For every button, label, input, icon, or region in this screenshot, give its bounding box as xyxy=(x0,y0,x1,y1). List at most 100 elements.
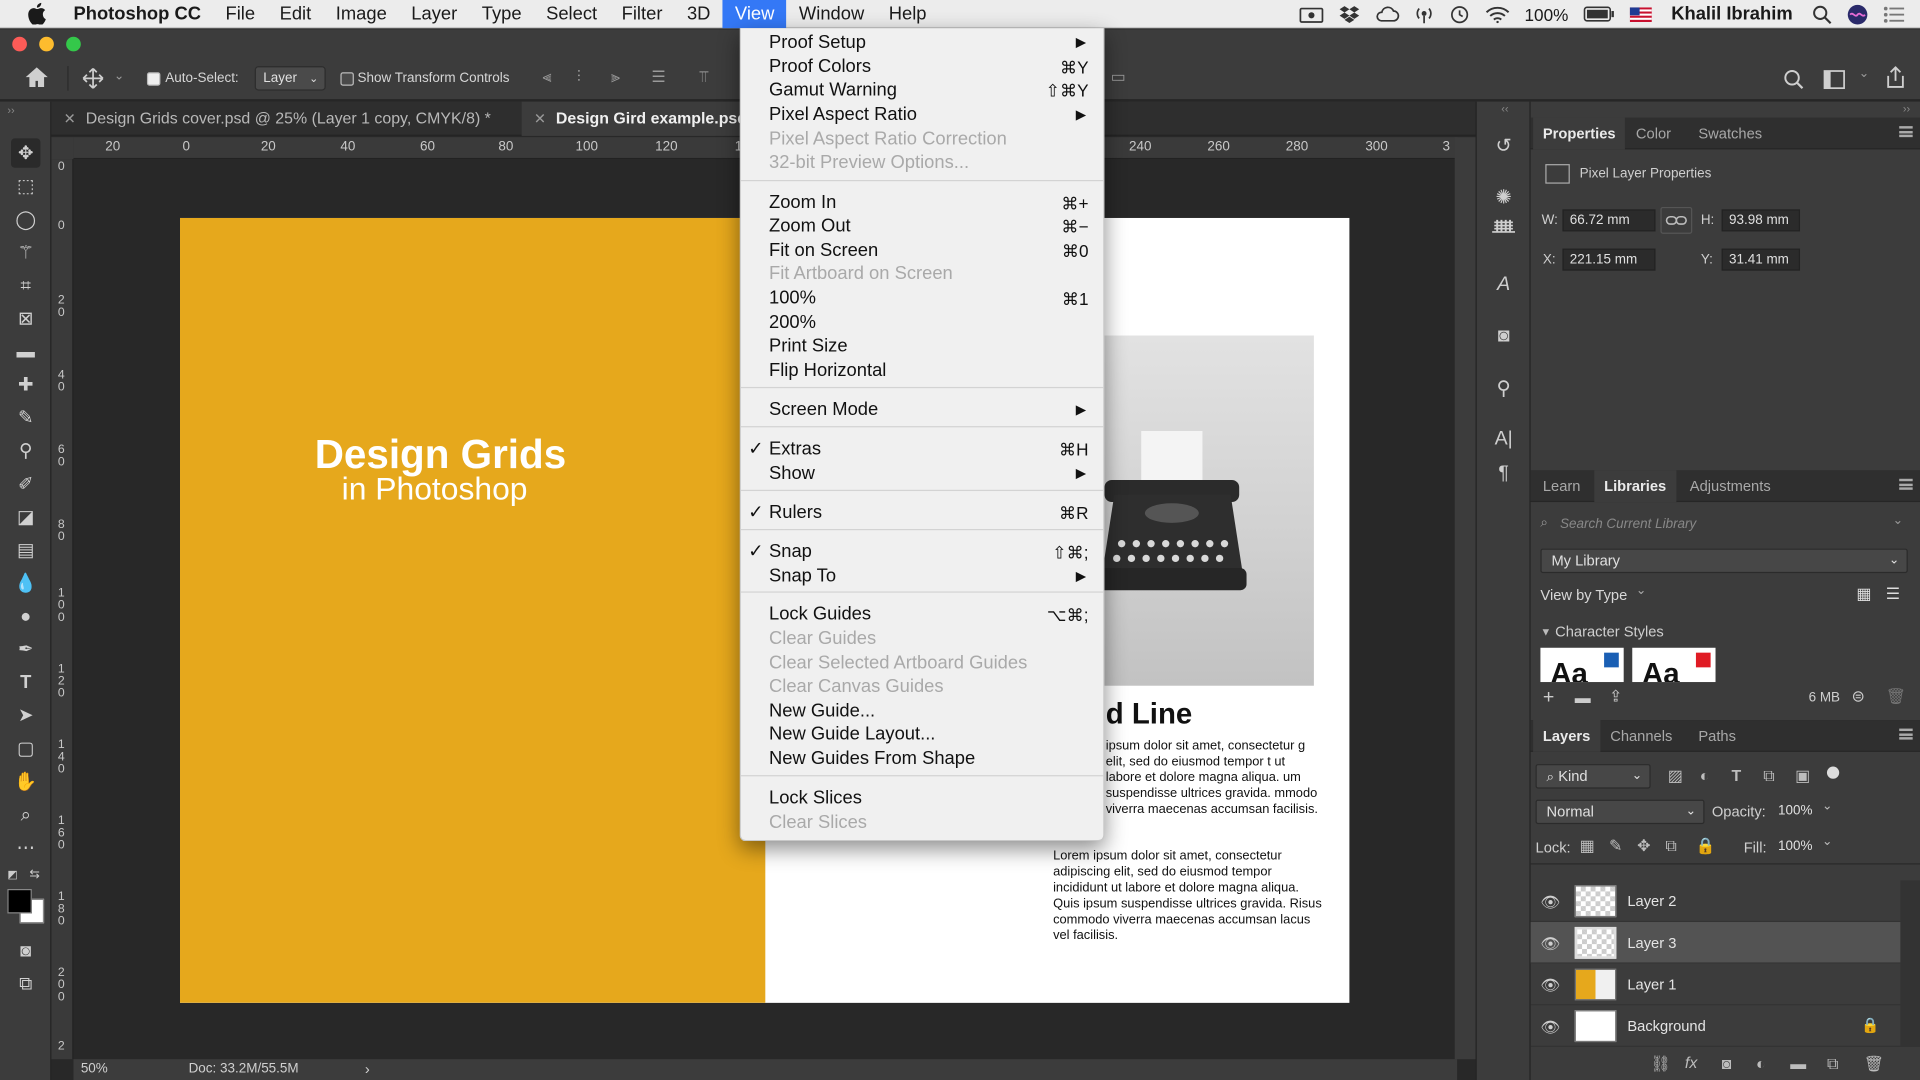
chevron-down-icon[interactable]: ⌄ xyxy=(114,70,124,83)
healing-brush-tool-icon[interactable]: ✚ xyxy=(11,370,40,399)
menu-item-100[interactable]: 100% ⌘1 xyxy=(741,287,1103,311)
cloud-sync-icon[interactable] xyxy=(1368,0,1407,28)
filter-pixel-icon[interactable]: ▨ xyxy=(1668,767,1683,787)
sync-icon[interactable]: ⊜ xyxy=(1851,687,1864,707)
vertical-scrollbar[interactable] xyxy=(1454,137,1476,1060)
menu-view[interactable]: View xyxy=(722,0,787,28)
menu-item-flip-horizontal[interactable]: Flip Horizontal xyxy=(741,359,1103,383)
lasso-tool-icon[interactable]: ◯ xyxy=(11,204,40,233)
search-icon[interactable] xyxy=(1783,69,1805,97)
library-search-input[interactable]: Search Current Library xyxy=(1560,517,1696,532)
us-flag-icon[interactable] xyxy=(1622,0,1659,28)
eye-icon[interactable]: 👁 xyxy=(1540,976,1560,996)
align-right-icon[interactable]: ⫸ xyxy=(611,67,620,87)
tab-properties[interactable]: Properties xyxy=(1533,117,1626,150)
menu-item-zoom-in[interactable]: Zoom In ⌘+ xyxy=(741,191,1103,215)
lock-artboard-icon[interactable]: ⧉ xyxy=(1665,836,1676,856)
pen-tool-icon[interactable]: ✒ xyxy=(11,634,40,663)
apple-icon[interactable] xyxy=(27,2,49,25)
dodge-tool-icon[interactable]: ● xyxy=(11,601,40,630)
layer-row[interactable]: 👁 Layer 2 xyxy=(1530,880,1901,923)
filter-toggle-icon[interactable] xyxy=(1826,766,1840,779)
eye-icon[interactable]: 👁 xyxy=(1540,934,1560,954)
lock-position-icon[interactable]: ✥ xyxy=(1637,836,1650,856)
screen-mode-icon[interactable]: ⧉ xyxy=(11,969,40,998)
crop-tool-icon[interactable]: ⌗ xyxy=(11,271,40,300)
chevron-down-icon[interactable]: ⌄ xyxy=(1893,514,1903,527)
menu-item-lock-guides[interactable]: Lock Guides ⌥⌘; xyxy=(741,602,1103,626)
character-style-swatch-1[interactable]: Aa xyxy=(1540,647,1624,683)
zoom-level[interactable]: 50% xyxy=(81,1062,108,1077)
blur-tool-icon[interactable]: 💧 xyxy=(11,568,40,597)
menu-item-gamut-warning[interactable]: Gamut Warning ⇧⌘Y xyxy=(741,78,1103,102)
marquee-tool-icon[interactable]: ⬚ xyxy=(11,171,40,200)
window-close-button[interactable] xyxy=(12,36,27,52)
menu-item-print-size[interactable]: Print Size xyxy=(741,334,1103,358)
path-selection-tool-icon[interactable]: ➤ xyxy=(11,700,40,729)
screen-record-icon[interactable] xyxy=(1292,0,1331,28)
default-colors-icon[interactable]: ◩ xyxy=(7,868,17,881)
satellite-icon[interactable] xyxy=(1407,0,1441,28)
tab-design-grids-cover[interactable]: ✕ Design Grids cover.psd @ 25% (Layer 1 … xyxy=(51,102,520,136)
collapse-arrows-icon[interactable]: ›› xyxy=(7,104,14,116)
menu-app-name[interactable]: Photoshop CC xyxy=(73,0,213,28)
eye-icon[interactable]: 👁 xyxy=(1540,1018,1560,1038)
tab-layers[interactable]: Layers xyxy=(1533,720,1601,752)
menu-item-snap[interactable]: ✓ Snap ⇧⌘; xyxy=(741,540,1103,564)
vertical-ruler[interactable]: 0 0 2 0 4 0 6 0 8 0 1 0 0 1 2 0 1 4 0 1 … xyxy=(51,159,74,1060)
menu-item-lock-slices[interactable]: Lock Slices xyxy=(741,786,1103,810)
panel-menu-icon[interactable] xyxy=(1899,478,1913,490)
ruler-tool-icon[interactable]: ▬ xyxy=(11,337,40,366)
auto-select-checkbox[interactable] xyxy=(146,72,161,86)
tab-learn[interactable]: Learn xyxy=(1533,470,1590,502)
list-view-icon[interactable]: ☰ xyxy=(1886,584,1900,604)
lock-image-icon[interactable]: ✎ xyxy=(1609,836,1622,856)
workspace-icon[interactable] xyxy=(1823,70,1845,96)
menu-item-show[interactable]: Show ▶ xyxy=(741,462,1103,486)
blend-mode-dropdown[interactable]: Normal ⌄ xyxy=(1535,799,1705,825)
view-by-type[interactable]: View by Type xyxy=(1540,587,1627,604)
upload-icon[interactable]: ⇪ xyxy=(1609,687,1622,707)
chevron-down-icon[interactable]: ⌄ xyxy=(1822,800,1832,813)
tab-channels[interactable]: Channels xyxy=(1600,720,1682,752)
menu-image[interactable]: Image xyxy=(323,0,399,28)
move-tool-icon[interactable] xyxy=(81,67,105,95)
home-icon[interactable] xyxy=(24,66,48,94)
layer-row[interactable]: 👁 Layer 1 xyxy=(1530,964,1901,1006)
auto-select-dropdown[interactable]: Layer ⌄ xyxy=(254,66,326,91)
lock-icon[interactable]: 🔒 xyxy=(1861,1016,1879,1033)
folder-icon[interactable]: ▬ xyxy=(1575,688,1591,706)
eye-icon[interactable]: 👁 xyxy=(1540,893,1560,913)
tab-design-gird-example[interactable]: ✕ Design Gird example.psd @ 50% (Layer 3… xyxy=(521,101,743,136)
transform-controls-checkbox[interactable] xyxy=(340,72,354,86)
type-tool-icon[interactable]: T xyxy=(11,667,40,696)
delete-layer-icon[interactable]: 🗑 xyxy=(1864,1054,1884,1074)
adjustment-layer-icon[interactable]: ◐ xyxy=(1756,1054,1766,1072)
x-field[interactable]: 221.15 mm xyxy=(1562,248,1656,271)
menu-item-zoom-out[interactable]: Zoom Out ⌘− xyxy=(741,214,1103,238)
window-minimize-button[interactable] xyxy=(39,36,54,52)
magic-wand-tool-icon[interactable]: ⚚ xyxy=(11,238,40,267)
width-field[interactable]: 66.72 mm xyxy=(1562,209,1656,232)
wifi-icon[interactable] xyxy=(1478,0,1517,28)
brushes-icon[interactable]: ᚙ xyxy=(1489,217,1518,246)
y-field[interactable]: 31.41 mm xyxy=(1721,248,1801,271)
filter-smart-object-icon[interactable]: ▣ xyxy=(1795,767,1810,787)
notification-center-icon[interactable] xyxy=(1876,0,1920,28)
chevron-down-icon[interactable]: ⌄ xyxy=(1822,835,1832,848)
camera-icon[interactable]: ◙ xyxy=(1489,322,1518,351)
panel-menu-icon[interactable] xyxy=(1899,126,1913,138)
menu-item-pixel-aspect-ratio[interactable]: Pixel Aspect Ratio ▶ xyxy=(741,103,1103,127)
menu-item-new-guide-layout[interactable]: New Guide Layout... xyxy=(741,722,1103,746)
menu-filter[interactable]: Filter xyxy=(609,0,674,28)
add-icon[interactable]: + xyxy=(1543,687,1554,709)
menu-item-snap-to[interactable]: Snap To ▶ xyxy=(741,564,1103,588)
character-styles-icon[interactable]: A| xyxy=(1489,425,1518,454)
menu-item-new-guides-from-shape[interactable]: New Guides From Shape xyxy=(741,747,1103,771)
collapse-arrows-icon[interactable]: ‹‹ xyxy=(1501,103,1508,115)
menu-item-screen-mode[interactable]: Screen Mode ▶ xyxy=(741,398,1103,422)
window-zoom-button[interactable] xyxy=(66,36,81,52)
character-icon[interactable]: A xyxy=(1489,271,1518,300)
character-style-swatch-2[interactable]: Aa xyxy=(1632,647,1716,683)
menu-file[interactable]: File xyxy=(213,0,267,28)
